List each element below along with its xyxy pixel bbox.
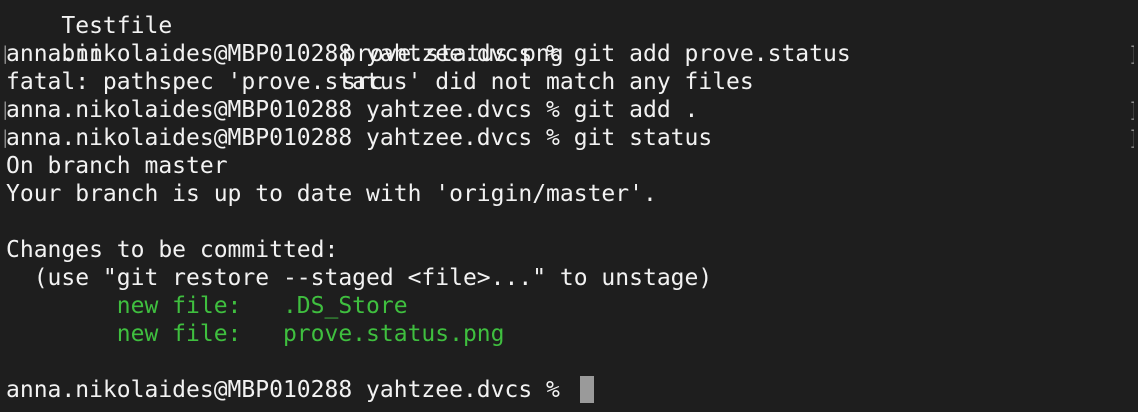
terminal-prompt-line[interactable]: anna.nikolaides@MBP010288 yahtzee.dvcs % — [6, 376, 574, 404]
terminal-output-line: Your branch is up to date with 'origin/m… — [6, 181, 657, 207]
line-mark-right: ] — [1128, 96, 1134, 124]
terminal-cursor — [580, 376, 594, 403]
terminal-command-line: anna.nikolaides@MBP010288 yahtzee.dvcs %… — [6, 97, 699, 123]
terminal-output-line: On branch master — [6, 153, 228, 179]
line-mark-right: ] — [1128, 40, 1134, 68]
terminal-window[interactable]: Testfile prove.status.png bin src [ anna… — [0, 0, 1138, 412]
terminal-error-line: fatal: pathspec 'prove.status' did not m… — [6, 69, 754, 95]
terminal-output-line: Changes to be committed: — [6, 237, 339, 263]
terminal-ls-row: bin src — [6, 12, 383, 95]
terminal-output-line: (use "git restore --staged <file>..." to… — [6, 265, 713, 291]
staged-file-line: new file: .DS_Store — [6, 293, 408, 319]
terminal-command-line: anna.nikolaides@MBP010288 yahtzee.dvcs %… — [6, 41, 851, 67]
line-mark-right: ] — [1128, 124, 1134, 152]
terminal-command-line: anna.nikolaides@MBP010288 yahtzee.dvcs %… — [6, 125, 713, 151]
staged-file-line: new file: prove.status.png — [6, 321, 505, 347]
terminal-partial-top-row: Testfile prove.status.png — [6, 0, 563, 67]
